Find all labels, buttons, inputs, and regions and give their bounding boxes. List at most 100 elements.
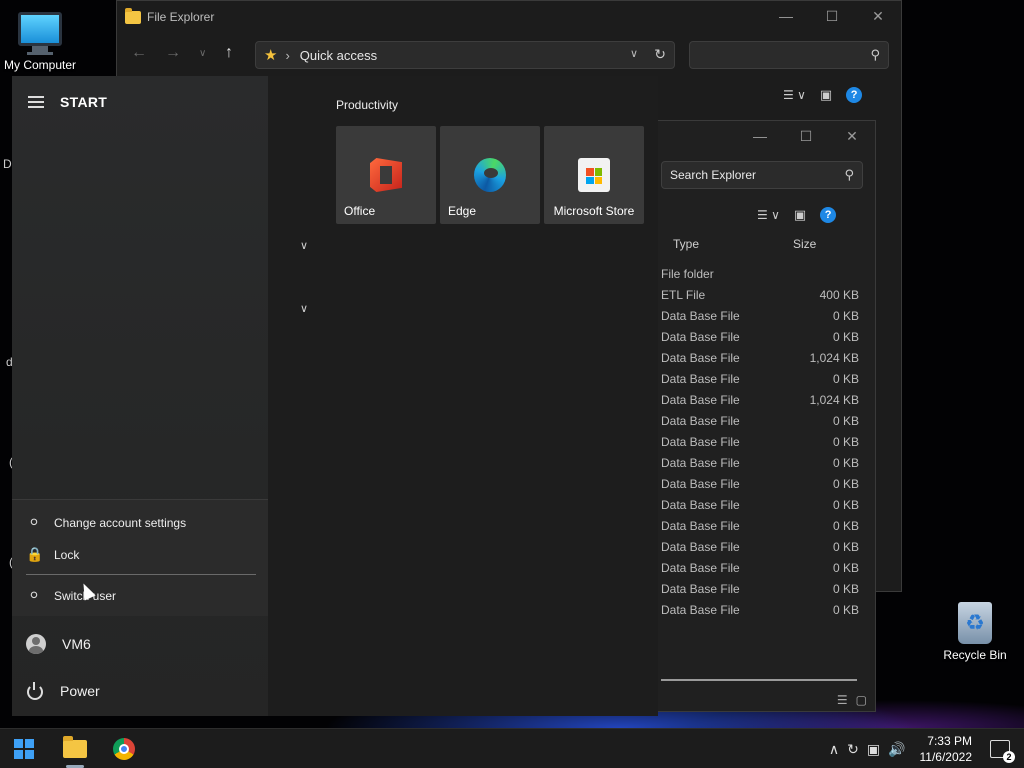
file-type-cell: Data Base File: [661, 581, 740, 596]
help-icon[interactable]: ?: [846, 87, 863, 103]
table-row[interactable]: File folder: [661, 263, 867, 284]
change-account-settings-item[interactable]: ⚪ Change account settings: [26, 514, 186, 531]
desktop-icon-recycle-bin[interactable]: Recycle Bin: [940, 602, 1010, 662]
table-row[interactable]: Data Base File 1,024 KB: [661, 347, 867, 368]
folder-icon: [125, 7, 141, 24]
file-type-cell: File folder: [661, 266, 714, 281]
view-options-icon[interactable]: ☰ ∨: [783, 88, 806, 102]
file-type-cell: Data Base File: [661, 602, 740, 617]
view-options-icon[interactable]: ☰ ∨: [757, 208, 780, 222]
desktop: My Computer D d ( ( File Explorer — ☐ ✕ …: [0, 0, 1024, 728]
table-row[interactable]: Data Base File 0 KB: [661, 578, 867, 599]
search-icon: ⚲: [844, 167, 854, 182]
notification-center-icon[interactable]: 2: [990, 740, 1015, 763]
file-size-cell: 0 KB: [832, 434, 859, 449]
taskbar-chrome[interactable]: [104, 733, 144, 765]
store-icon: [578, 158, 610, 192]
help-icon[interactable]: ?: [820, 207, 837, 223]
preview-pane-icon[interactable]: ▣: [820, 87, 832, 103]
minimize-button[interactable]: —: [763, 1, 809, 31]
tile-edge[interactable]: Edge: [440, 126, 540, 224]
taskbar: ∧ ↻ ▣ 🔊 7:33 PM 11/6/2022 2: [0, 728, 1024, 768]
taskbar-file-explorer[interactable]: [55, 733, 95, 765]
start-button[interactable]: [4, 733, 44, 765]
table-row[interactable]: Data Base File 0 KB: [661, 326, 867, 347]
column-header-type[interactable]: Type: [673, 237, 699, 251]
view-toolbar: ☰ ∨ ▣ ?: [783, 87, 863, 103]
lock-item[interactable]: 🔒 Lock: [26, 546, 79, 563]
search-input[interactable]: ⚲: [689, 41, 889, 69]
table-row[interactable]: Data Base File 0 KB: [661, 305, 867, 326]
lock-icon: 🔒: [26, 546, 44, 562]
chevron-down-icon[interactable]: ∨: [630, 47, 638, 60]
user-account-button[interactable]: VM6: [26, 634, 91, 654]
tiles-view-icon[interactable]: ▢: [856, 693, 867, 707]
avatar: [26, 634, 46, 654]
forward-arrow-icon[interactable]: →: [165, 44, 181, 62]
table-row[interactable]: Data Base File 0 KB: [661, 452, 867, 473]
address-bar[interactable]: ★ › Quick access ∨ ↻: [255, 41, 675, 69]
refresh-icon[interactable]: ↻: [654, 46, 666, 63]
desktop-edge-text: D: [3, 157, 12, 171]
file-type-cell: Data Base File: [661, 497, 740, 512]
file-type-cell: Data Base File: [661, 539, 740, 554]
close-button[interactable]: ✕: [829, 121, 875, 151]
user-settings-icon: ⚪: [28, 514, 40, 530]
recent-chevron-icon[interactable]: ∨: [199, 48, 206, 59]
file-size-cell: 1,024 KB: [809, 392, 859, 407]
monitor-icon: [18, 12, 62, 46]
network-icon[interactable]: ▣: [867, 741, 880, 758]
file-size-cell: 0 KB: [832, 371, 859, 386]
file-type-cell: Data Base File: [661, 329, 740, 344]
switch-user-item[interactable]: ⚪ Switch user: [26, 587, 116, 604]
details-view-icon[interactable]: ☰: [837, 693, 848, 707]
table-row[interactable]: Data Base File 0 KB: [661, 557, 867, 578]
search-placeholder: Search Explorer: [670, 168, 757, 182]
table-row[interactable]: Data Base File 0 KB: [661, 473, 867, 494]
tile-office[interactable]: Office: [336, 126, 436, 224]
table-row[interactable]: Data Base File 0 KB: [661, 494, 867, 515]
notification-count-badge: 2: [1003, 751, 1015, 763]
table-row[interactable]: Data Base File 0 KB: [661, 368, 867, 389]
hamburger-menu-icon[interactable]: [28, 96, 44, 108]
address-row: ← → ∨ ↑ ★ › Quick access ∨ ↻ ⚲: [117, 39, 901, 71]
file-type-cell: Data Base File: [661, 413, 740, 428]
search-input[interactable]: Search Explorer ⚲: [661, 161, 863, 189]
tile-group: Office Edge Microsoft Store: [336, 126, 644, 224]
power-icon: [26, 682, 44, 700]
close-button[interactable]: ✕: [855, 1, 901, 31]
start-header: START: [28, 94, 107, 110]
table-row[interactable]: Data Base File 0 KB: [661, 536, 867, 557]
desktop-icon-label: My Computer: [3, 58, 77, 72]
column-header-size[interactable]: Size: [793, 237, 816, 251]
table-row[interactable]: Data Base File 0 KB: [661, 599, 867, 620]
tile-microsoft-store[interactable]: Microsoft Store: [544, 126, 644, 224]
maximize-button[interactable]: ☐: [783, 121, 829, 151]
switch-user-icon: ⚪: [28, 587, 40, 603]
up-arrow-icon[interactable]: ↑: [225, 44, 233, 62]
power-button[interactable]: Power: [26, 682, 100, 700]
table-row[interactable]: Data Base File 0 KB: [661, 515, 867, 536]
file-size-cell: 0 KB: [832, 308, 859, 323]
table-row[interactable]: Data Base File 0 KB: [661, 410, 867, 431]
windows-logo-icon: [14, 739, 34, 759]
chevron-down-icon[interactable]: ∨: [300, 239, 308, 252]
chevron-down-icon[interactable]: ∨: [300, 302, 308, 315]
table-row[interactable]: Data Base File 1,024 KB: [661, 389, 867, 410]
table-row[interactable]: ETL File 400 KB: [661, 284, 867, 305]
divider: [26, 574, 256, 575]
horizontal-scrollbar[interactable]: [661, 679, 857, 681]
show-hidden-icons-chevron-icon[interactable]: ∧: [829, 741, 839, 758]
back-arrow-icon[interactable]: ←: [131, 44, 147, 62]
maximize-button[interactable]: ☐: [809, 1, 855, 31]
sync-status-icon[interactable]: ↻: [847, 741, 859, 758]
clock[interactable]: 7:33 PM 11/6/2022: [920, 733, 973, 765]
breadcrumb-separator-icon: ›: [285, 47, 290, 63]
folder-icon: [63, 736, 87, 758]
volume-icon[interactable]: 🔊: [888, 741, 905, 758]
desktop-icon-my-computer[interactable]: My Computer: [0, 8, 80, 72]
file-size-cell: 0 KB: [832, 329, 859, 344]
table-row[interactable]: Data Base File 0 KB: [661, 431, 867, 452]
minimize-button[interactable]: —: [737, 121, 783, 151]
preview-pane-icon[interactable]: ▣: [794, 207, 806, 223]
